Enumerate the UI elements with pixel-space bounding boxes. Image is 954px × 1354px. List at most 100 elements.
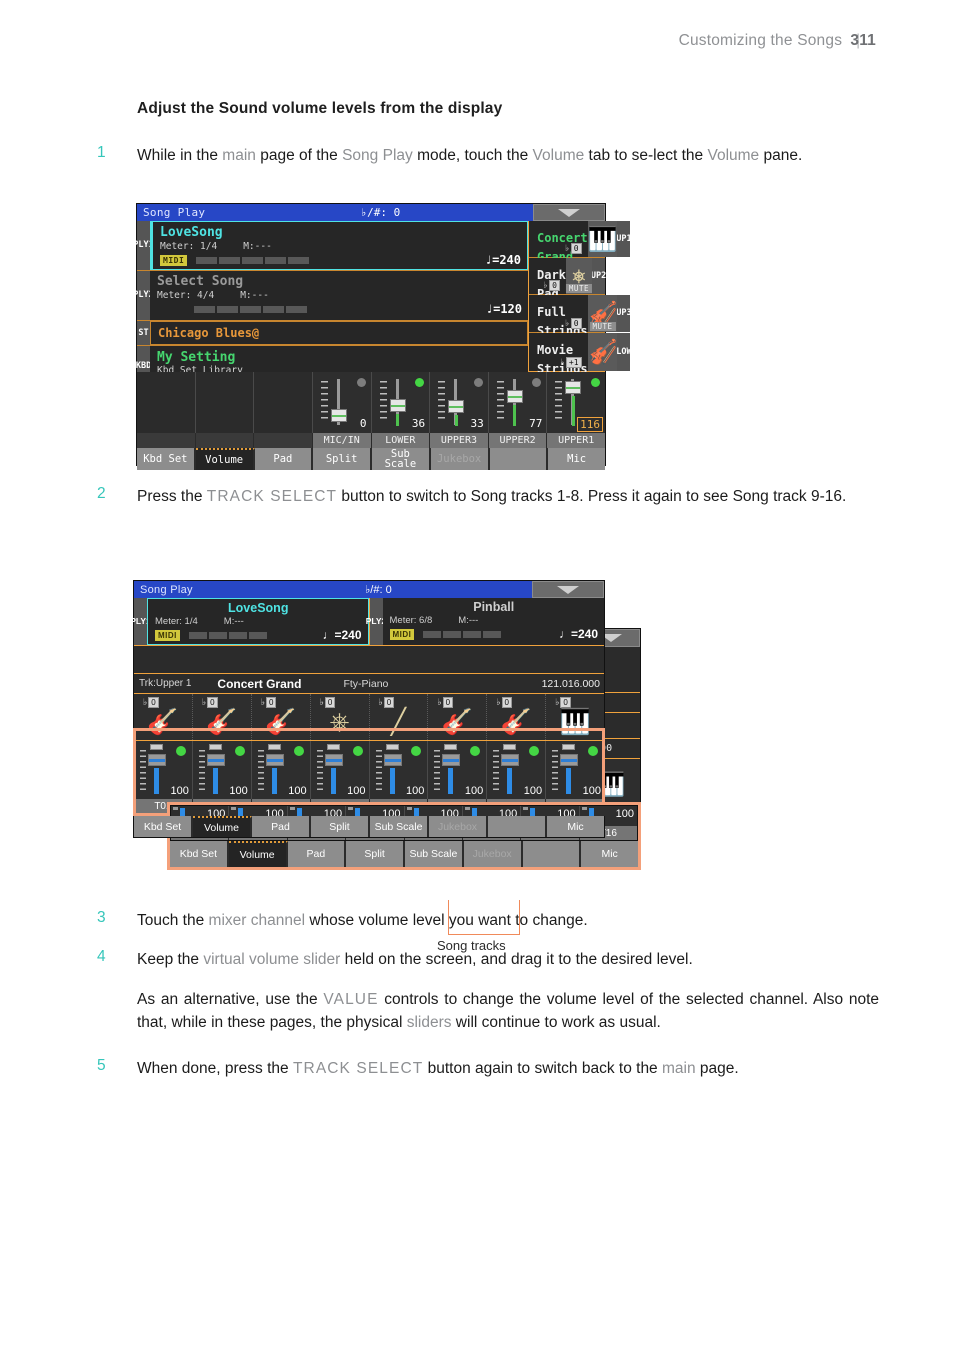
tab-split[interactable]: Split xyxy=(313,448,372,470)
mixer-led-t05[interactable] xyxy=(411,746,422,756)
mixer-cell-t03[interactable]: 100 xyxy=(251,741,311,799)
mixer-cell-upper1[interactable]: 116 xyxy=(547,372,605,433)
mixer-led-t06[interactable] xyxy=(470,746,481,756)
fader-cap[interactable] xyxy=(506,390,523,403)
pan-knob[interactable] xyxy=(444,744,458,750)
mixer-led-t04[interactable] xyxy=(352,746,363,756)
sound-row-up1[interactable]: Concert Grand ♭ 0 🎹 UP1 xyxy=(529,221,632,264)
fader-cap[interactable] xyxy=(265,754,284,766)
mixer-label-lower[interactable]: LOWER xyxy=(371,433,431,448)
mixer-cell-t04[interactable]: 100 xyxy=(310,741,370,799)
pan-knob[interactable] xyxy=(150,744,163,750)
tab-volume-lower[interactable]: Volume xyxy=(228,841,288,867)
tab-volume-upper[interactable]: Volume xyxy=(193,816,252,837)
term-main-2: main xyxy=(662,1059,696,1077)
keyboard-range-icon: ♭ xyxy=(437,697,442,707)
fader-cap[interactable] xyxy=(324,754,343,766)
mixer-cell-upper3[interactable]: 33 xyxy=(430,372,489,433)
sound-row-up3[interactable]: Full Strings ✱ ♭0 🎻MUTE UP3 xyxy=(529,295,632,357)
mixer-led-t01[interactable] xyxy=(175,746,186,756)
player-row-ply2[interactable]: PLY2 Select Song Meter: 4/4 M:--- ♩=120 xyxy=(133,271,528,321)
tab-mic-upper[interactable]: Mic xyxy=(547,816,604,837)
sound-row-up2[interactable]: Dark Pad ♭ 0 ⎈ MUTE UP2 xyxy=(529,258,606,301)
sound-cell-t04[interactable]: ♭ 0 ⎈ xyxy=(310,694,370,740)
pan-knob[interactable] xyxy=(562,744,576,750)
tab-split-lower[interactable]: Split xyxy=(346,841,405,867)
fader-cap[interactable] xyxy=(389,399,406,412)
fader-cap[interactable] xyxy=(565,381,582,394)
mixer-label-upper3[interactable]: UPPER3 xyxy=(430,433,489,448)
tab-kbd-set-upper[interactable]: Kbd Set xyxy=(134,816,193,837)
fader-cap[interactable] xyxy=(330,409,347,422)
sound-cell-t08[interactable]: ♭ 0 🎹 xyxy=(546,694,604,740)
screen1-menu-button[interactable] xyxy=(533,204,605,221)
mixer-led-upper1[interactable] xyxy=(591,378,600,387)
tab-sub-scale-upper[interactable]: Sub Scale xyxy=(370,816,429,837)
fader-cap[interactable] xyxy=(383,754,402,766)
term-track-select: TRACK SELECT xyxy=(206,488,338,505)
mixer-led-upper2[interactable] xyxy=(532,378,542,387)
screen2-titlebar: Song Play ♭/#: 0 xyxy=(134,581,604,598)
tab-volume[interactable]: Volume xyxy=(195,448,255,470)
mixer-cell-upper2[interactable]: 77 xyxy=(488,372,548,433)
mixer-cell-lower[interactable]: 36 xyxy=(371,372,431,433)
mixer-cell-t05[interactable]: 100 xyxy=(369,741,429,799)
fader-cap[interactable] xyxy=(448,400,465,413)
sound-cell-t02[interactable]: ♭ 0 🎸 xyxy=(192,694,252,740)
tab-kbd-set[interactable]: Kbd Set xyxy=(137,448,196,470)
mixer-label-mic-in[interactable]: MIC/IN xyxy=(312,433,372,448)
fader-cap[interactable] xyxy=(501,754,520,766)
mixer-label-upper2[interactable]: UPPER2 xyxy=(488,433,548,448)
pan-knob[interactable] xyxy=(326,744,340,750)
tab-pad-lower[interactable]: Pad xyxy=(287,841,347,867)
mixer-led-t07[interactable] xyxy=(529,746,540,756)
screen2-menu-button[interactable] xyxy=(532,581,604,598)
pan-knob[interactable] xyxy=(503,744,517,750)
mixer-cell-mic-in[interactable]: 0 xyxy=(312,372,372,433)
screen1-mixer-strip: 0 36 33 77 116 xyxy=(137,371,605,433)
mixer-led-t03[interactable] xyxy=(293,746,304,756)
fader-cap[interactable] xyxy=(560,754,579,766)
player-panel-ply1[interactable]: PLY1 LoveSong Meter: 1/4 M:--- MIDI ♩=240 xyxy=(130,598,370,645)
sound-cell-t05[interactable]: ♭ 0 ╱ xyxy=(369,694,429,740)
fader-cap[interactable] xyxy=(206,754,225,766)
sound-icon-up3[interactable]: 🎻 MUTE xyxy=(587,295,618,332)
sound-cell-t06[interactable]: ♭ 0 🎸 xyxy=(428,694,488,740)
tab-pad-upper[interactable]: Pad xyxy=(252,816,311,837)
sound-cell-t07[interactable]: ♭ 0 🎸 xyxy=(487,694,547,740)
sound-icon-low[interactable]: 🎻 xyxy=(587,333,618,371)
tab-kbd-set-lower[interactable]: Kbd Set xyxy=(170,841,229,867)
mixer-led-mic-in[interactable] xyxy=(356,378,366,387)
player-panel-ply2[interactable]: PLY2 Pinball Meter: 6/8 M:--- MIDI ♩=240 xyxy=(366,598,604,645)
tab-pad[interactable]: Pad xyxy=(254,448,314,470)
player-row-ply1[interactable]: PLY1 LoveSong Meter: 1/4 M:--- MIDI ♩=240 xyxy=(133,221,528,271)
tab-mic-lower[interactable]: Mic xyxy=(581,841,638,867)
player-row-st[interactable]: ST Chicago Blues@ xyxy=(137,321,528,346)
fader-cap[interactable] xyxy=(148,754,166,766)
tab-sub-scale[interactable]: Sub Scale xyxy=(372,448,431,470)
sound-cell-t03[interactable]: ♭ 0 🎸 xyxy=(251,694,311,740)
fader-cap[interactable] xyxy=(442,754,461,766)
mixer-led-t08[interactable] xyxy=(588,746,598,756)
sound-row-low[interactable]: Movie Strings 1 ♭+1 🎻 LOW xyxy=(529,333,632,395)
mixer-led-t02[interactable] xyxy=(234,746,245,756)
sound-cell-t01[interactable]: ♭ 0 🎸 xyxy=(134,694,193,740)
tab-split-upper[interactable]: Split xyxy=(311,816,370,837)
mixer-cell-t06[interactable]: 100 xyxy=(428,741,488,799)
pan-knob[interactable] xyxy=(385,744,399,750)
mixer-cell-t08[interactable]: 100 xyxy=(546,741,604,799)
mixer-cell-t07[interactable]: 100 xyxy=(487,741,547,799)
pan-knob[interactable] xyxy=(208,744,222,750)
mixer-led-lower[interactable] xyxy=(415,378,425,387)
tab-mic[interactable]: Mic xyxy=(548,448,605,470)
fader-mic-in[interactable] xyxy=(320,377,361,429)
mixer-led-upper3[interactable] xyxy=(473,378,483,387)
pan-knob[interactable] xyxy=(267,744,281,750)
mixer-cell-t01[interactable]: 100 xyxy=(134,741,193,799)
mixer-label-upper1[interactable]: UPPER1 xyxy=(547,433,605,448)
sound-icon-up1[interactable]: 🎹 xyxy=(587,221,618,257)
t: button to switch to Song tracks 1-8. Pre… xyxy=(337,488,847,505)
tab-sub-scale-lower[interactable]: Sub Scale xyxy=(405,841,464,867)
sound-icon-up2[interactable]: ⎈ MUTE xyxy=(565,258,592,294)
mixer-cell-t02[interactable]: 100 xyxy=(192,741,252,799)
